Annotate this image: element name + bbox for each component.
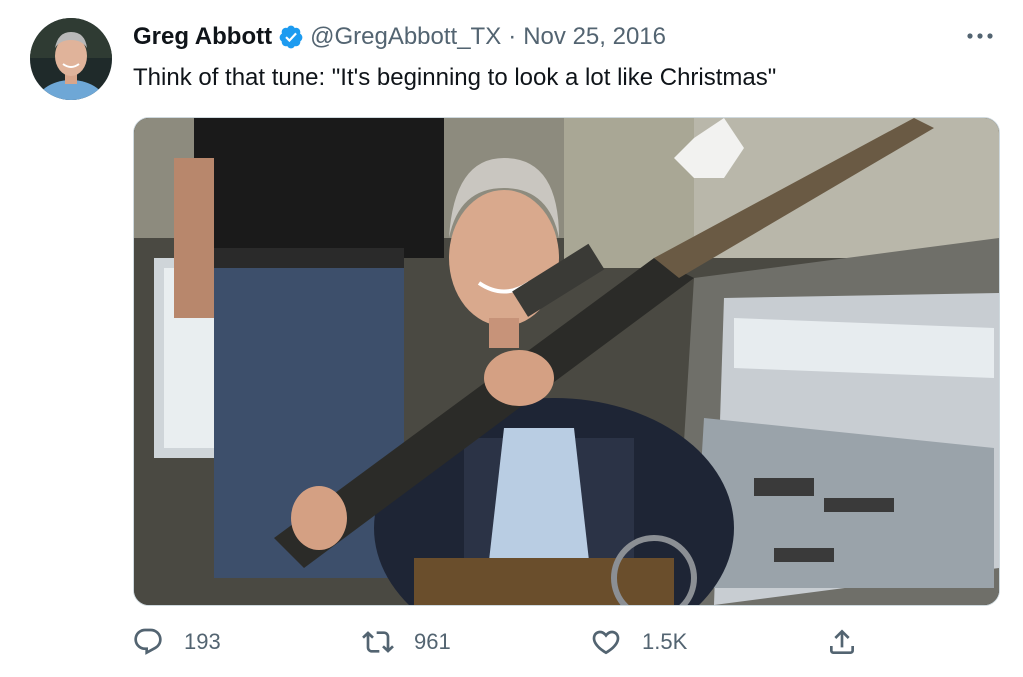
- like-count: 1.5K: [642, 629, 688, 654]
- tweet-media-photo[interactable]: [133, 117, 1000, 606]
- photo: [134, 118, 999, 605]
- verified-badge-icon: [278, 24, 304, 50]
- share-button[interactable]: [826, 620, 858, 664]
- author-name[interactable]: Greg Abbott: [133, 23, 272, 51]
- reply-button[interactable]: 193: [132, 620, 221, 664]
- like-button[interactable]: 1.5K: [590, 620, 687, 664]
- avatar-photo: [30, 18, 112, 100]
- retweet-count: 961: [414, 629, 451, 654]
- tweet-card[interactable]: Greg Abbott @GregAbbott_TX · Nov 25, 201…: [0, 0, 1023, 677]
- tweet-header: Greg Abbott @GregAbbott_TX · Nov 25, 201…: [133, 22, 666, 52]
- reply-icon: [132, 626, 164, 658]
- reply-count: 193: [184, 629, 221, 654]
- share-icon: [826, 626, 858, 658]
- heart-icon: [590, 626, 622, 658]
- header-separator: ·: [508, 23, 517, 50]
- more-options-icon[interactable]: [963, 22, 997, 50]
- retweet-button[interactable]: 961: [362, 620, 451, 664]
- author-handle[interactable]: @GregAbbott_TX: [310, 23, 501, 51]
- tweet-text: Think of that tune: "It's beginning to l…: [133, 64, 777, 91]
- tweet-actions: 193 961 1.5K: [0, 620, 1023, 664]
- author-avatar[interactable]: [30, 18, 112, 100]
- retweet-icon: [362, 626, 394, 658]
- tweet-date[interactable]: Nov 25, 2016: [523, 23, 666, 51]
